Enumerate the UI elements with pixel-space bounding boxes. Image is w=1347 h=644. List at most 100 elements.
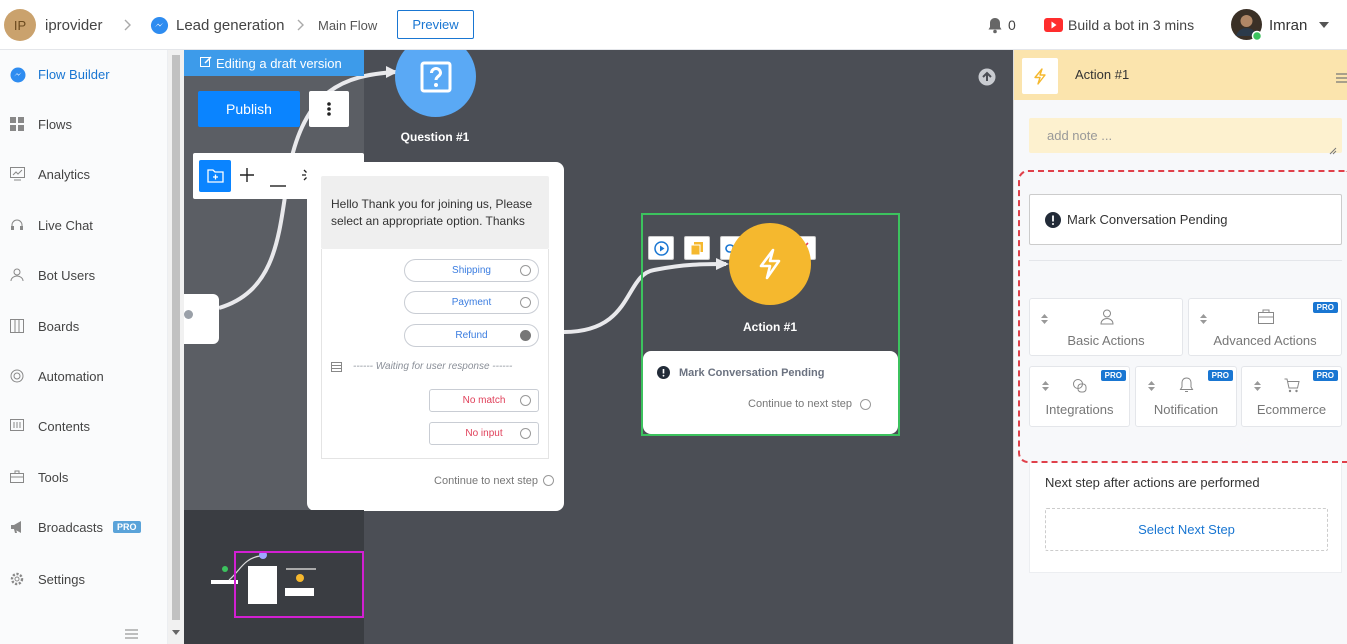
pro-badge: PRO <box>1207 370 1233 381</box>
selected-action-card[interactable]: Mark Conversation Pending <box>1029 194 1342 245</box>
cart-icon <box>1284 378 1300 398</box>
youtube-icon <box>1044 0 1063 50</box>
sidebar-item-contents[interactable]: Contents <box>0 407 166 445</box>
sidebar-item-flows[interactable]: Flows <box>0 105 166 143</box>
alert-icon <box>657 366 670 384</box>
action-item-label: Mark Conversation Pending <box>679 367 825 379</box>
notification-count: 0 <box>1008 17 1016 33</box>
user-avatar[interactable] <box>1231 9 1263 42</box>
minimap[interactable] <box>184 510 364 644</box>
drag-handle-icon[interactable] <box>1041 311 1048 329</box>
question-card[interactable]: Hello Thank you for joining us, Please s… <box>307 162 564 511</box>
question-node-title: Question #1 <box>400 130 470 144</box>
notification-card[interactable]: PRO Notification <box>1135 366 1237 427</box>
scrollbar-thumb[interactable] <box>172 55 180 620</box>
basic-actions-card[interactable]: Basic Actions <box>1029 298 1183 356</box>
drag-handle-icon[interactable] <box>1254 378 1261 396</box>
zoom-out-button[interactable] <box>270 174 286 192</box>
flow-name-breadcrumb[interactable]: Lead generation <box>176 0 284 50</box>
next-step-section: Next step after actions are performed Se… <box>1029 463 1342 573</box>
lightning-icon <box>1022 58 1058 94</box>
select-next-step-button[interactable]: Select Next Step <box>1045 508 1328 551</box>
publish-button[interactable]: Publish <box>198 91 300 127</box>
more-options-button[interactable] <box>309 91 349 127</box>
zoom-in-button[interactable] <box>239 167 255 188</box>
alert-icon <box>1045 212 1061 233</box>
sidebar-item-label: Settings <box>38 571 85 587</box>
sidebar-item-analytics[interactable]: Analytics <box>0 155 166 193</box>
option-refund[interactable]: Refund <box>404 324 539 347</box>
next-step-label: Next step after actions are performed <box>1045 475 1260 490</box>
user-name[interactable]: Imran <box>1269 0 1307 50</box>
panel-menu-icon[interactable] <box>1336 70 1347 88</box>
waiting-row: ------ Waiting for user response ------ <box>331 361 541 372</box>
gear-icon <box>10 572 25 587</box>
resize-handle-icon[interactable] <box>1329 142 1337 160</box>
advanced-actions-card[interactable]: PRO Advanced Actions <box>1188 298 1342 356</box>
sidebar-item-broadcasts[interactable]: Broadcasts PRO <box>0 508 166 546</box>
radio-icon[interactable] <box>860 399 871 410</box>
no-match-label: No match <box>462 395 506 406</box>
continue-row[interactable]: Continue to next step <box>434 475 538 487</box>
pro-badge: PRO <box>1100 370 1126 381</box>
sidebar-item-label: Flows <box>38 116 72 132</box>
automation-icon <box>10 369 25 384</box>
action-continue-label[interactable]: Continue to next step <box>748 398 852 410</box>
account-avatar[interactable]: IP <box>4 9 36 41</box>
drag-handle-icon[interactable] <box>1148 378 1155 396</box>
bell-icon[interactable] <box>987 0 1003 50</box>
plus-icon <box>240 168 254 182</box>
draft-banner-text: Editing a draft version <box>216 55 342 71</box>
sidebar-item-label: Automation <box>38 368 104 384</box>
sidebar-item-flow-builder[interactable]: Flow Builder <box>0 55 166 93</box>
add-folder-button[interactable] <box>199 160 231 192</box>
ecommerce-card[interactable]: PRO Ecommerce <box>1241 366 1342 427</box>
option-payment[interactable]: Payment <box>404 291 539 314</box>
action-node-icon[interactable] <box>729 223 811 305</box>
note-textarea[interactable]: add note ... <box>1029 118 1342 153</box>
list-icon <box>331 361 342 372</box>
build-bot-link[interactable]: Build a bot in 3 mins <box>1068 0 1194 50</box>
no-match-option[interactable]: No match <box>429 389 539 412</box>
account-name[interactable]: iprovider <box>45 0 103 50</box>
sidebar-item-tools[interactable]: Tools <box>0 458 166 496</box>
preview-button[interactable]: Preview <box>397 10 474 39</box>
sidebar-item-bot-users[interactable]: Bot Users <box>0 256 166 294</box>
radio-icon[interactable] <box>543 475 554 486</box>
flow-canvas[interactable]: Editing a draft version Publish Question… <box>184 50 1013 644</box>
sidebar-scrollbar[interactable] <box>168 50 184 644</box>
drag-handle-icon[interactable] <box>1042 378 1049 396</box>
radio-icon[interactable] <box>520 265 531 276</box>
connector-dot[interactable] <box>184 310 193 319</box>
briefcase-icon <box>1258 309 1274 329</box>
radio-icon[interactable] <box>520 395 531 406</box>
integrations-label: Integrations <box>1045 402 1114 417</box>
option-shipping[interactable]: Shipping <box>404 259 539 282</box>
sidebar-item-live-chat[interactable]: Live Chat <box>0 206 166 244</box>
panel-title[interactable]: Action #1 <box>1075 67 1129 82</box>
collapse-menu-icon[interactable] <box>125 626 138 644</box>
radio-icon[interactable] <box>520 297 531 308</box>
drag-handle-icon[interactable] <box>1200 311 1207 329</box>
message-bubble[interactable]: Hello Thank you for joining us, Please s… <box>321 176 549 249</box>
partial-node[interactable] <box>184 294 219 344</box>
no-input-option[interactable]: No input <box>429 422 539 445</box>
sidebar-item-settings[interactable]: Settings <box>0 560 166 598</box>
radio-filled-icon[interactable] <box>520 330 531 341</box>
headset-icon <box>10 218 25 233</box>
action-card[interactable]: Mark Conversation Pending Continue to ne… <box>643 351 898 434</box>
sidebar-item-automation[interactable]: Automation <box>0 357 166 395</box>
pro-badge: PRO <box>1312 370 1338 381</box>
lightning-icon <box>759 248 781 280</box>
caret-down-icon[interactable] <box>1319 0 1329 50</box>
integrations-card[interactable]: PRO Integrations <box>1029 366 1130 427</box>
minus-icon <box>270 185 286 187</box>
sidebar-item-boards[interactable]: Boards <box>0 307 166 345</box>
option-label: Refund <box>455 330 488 341</box>
notification-label: Notification <box>1153 402 1219 417</box>
radio-icon[interactable] <box>520 428 531 439</box>
sub-flow-breadcrumb[interactable]: Main Flow <box>318 0 377 50</box>
upload-icon[interactable] <box>978 68 996 91</box>
scroll-down-arrow-icon[interactable] <box>172 622 180 640</box>
folder-plus-icon <box>206 169 224 183</box>
